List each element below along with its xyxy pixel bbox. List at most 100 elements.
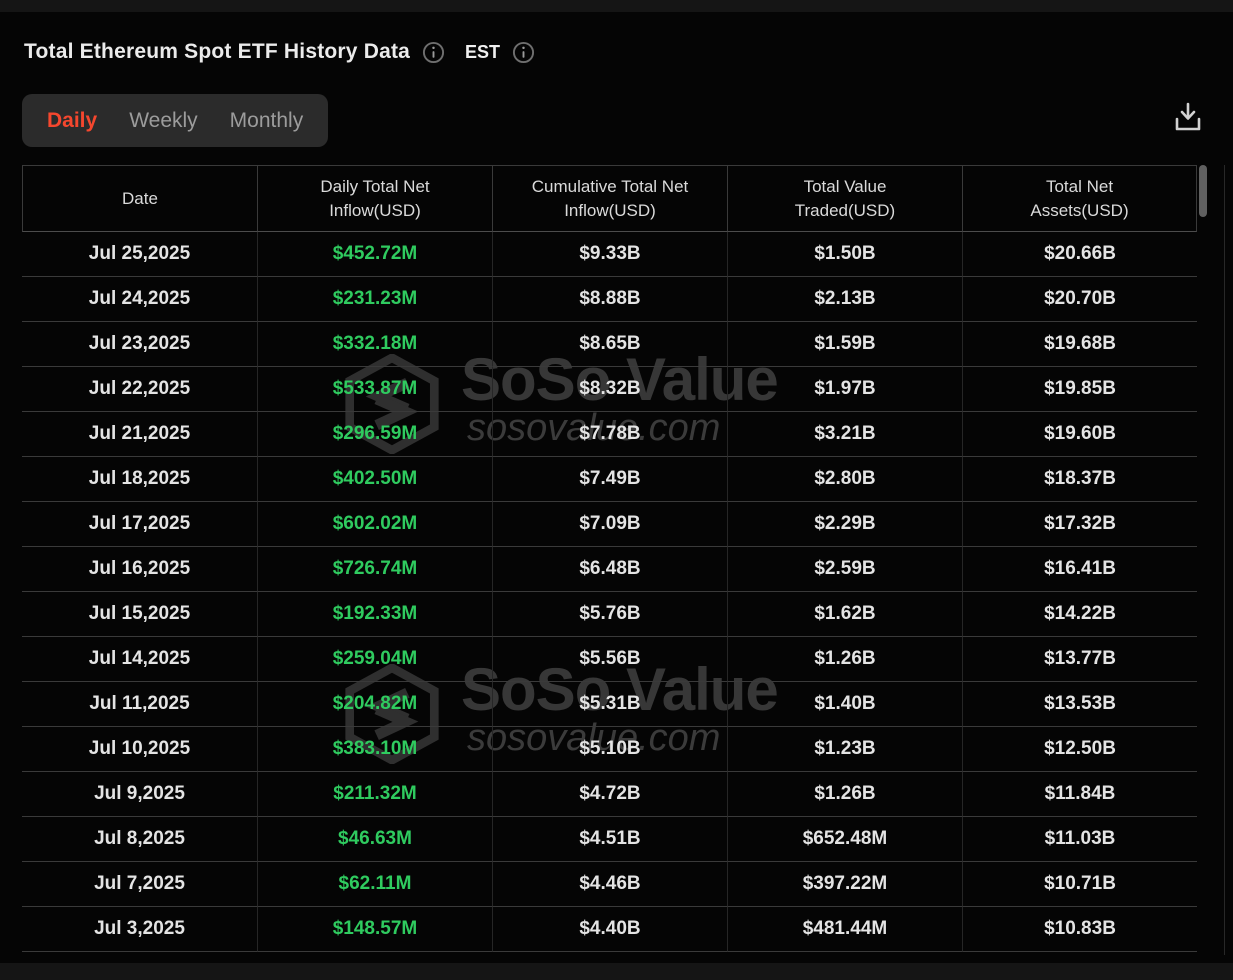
cell-cumulative-inflow: $4.72B: [492, 772, 727, 817]
cell-cumulative-inflow: $4.40B: [492, 907, 727, 952]
cell-value-traded: $2.80B: [727, 457, 962, 502]
cell-net-assets: $13.53B: [962, 682, 1197, 727]
cell-date: Jul 16,2025: [22, 547, 257, 592]
table-row: Jul 3,2025$148.57M$4.40B$481.44M$10.83B: [22, 907, 1197, 952]
cell-cumulative-inflow: $5.10B: [492, 727, 727, 772]
cell-daily-inflow: $192.33M: [257, 592, 492, 637]
cell-cumulative-inflow: $5.76B: [492, 592, 727, 637]
table-row: Jul 16,2025$726.74M$6.48B$2.59B$16.41B: [22, 547, 1197, 592]
table-row: Jul 14,2025$259.04M$5.56B$1.26B$13.77B: [22, 637, 1197, 682]
cell-value-traded: $2.13B: [727, 277, 962, 322]
tab-daily[interactable]: Daily: [47, 109, 97, 133]
cell-value-traded: $1.50B: [727, 232, 962, 277]
cell-daily-inflow: $296.59M: [257, 412, 492, 457]
table-row: Jul 15,2025$192.33M$5.76B$1.62B$14.22B: [22, 592, 1197, 637]
cell-value-traded: $1.23B: [727, 727, 962, 772]
info-icon[interactable]: [422, 41, 445, 64]
cell-date: Jul 11,2025: [22, 682, 257, 727]
column-header: Cumulative Total Net Inflow(USD): [492, 165, 727, 232]
etf-history-table: DateDaily Total Net Inflow(USD)Cumulativ…: [22, 165, 1197, 952]
cell-cumulative-inflow: $6.48B: [492, 547, 727, 592]
cell-value-traded: $3.21B: [727, 412, 962, 457]
cell-cumulative-inflow: $7.78B: [492, 412, 727, 457]
cell-date: Jul 23,2025: [22, 322, 257, 367]
cell-daily-inflow: $62.11M: [257, 862, 492, 907]
cell-net-assets: $12.50B: [962, 727, 1197, 772]
cell-daily-inflow: $148.57M: [257, 907, 492, 952]
cell-daily-inflow: $533.87M: [257, 367, 492, 412]
timezone-info-icon[interactable]: [512, 41, 535, 64]
column-header: Date: [22, 165, 257, 232]
table-row: Jul 11,2025$204.82M$5.31B$1.40B$13.53B: [22, 682, 1197, 727]
column-header: Daily Total Net Inflow(USD): [257, 165, 492, 232]
cell-date: Jul 3,2025: [22, 907, 257, 952]
cell-daily-inflow: $332.18M: [257, 322, 492, 367]
cell-date: Jul 21,2025: [22, 412, 257, 457]
cell-net-assets: $17.32B: [962, 502, 1197, 547]
cell-daily-inflow: $204.82M: [257, 682, 492, 727]
cell-value-traded: $1.97B: [727, 367, 962, 412]
table-row: Jul 7,2025$62.11M$4.46B$397.22M$10.71B: [22, 862, 1197, 907]
cell-daily-inflow: $46.63M: [257, 817, 492, 862]
cell-date: Jul 15,2025: [22, 592, 257, 637]
cell-daily-inflow: $383.10M: [257, 727, 492, 772]
bottom-scrollbar-track[interactable]: [0, 963, 1233, 980]
cell-daily-inflow: $231.23M: [257, 277, 492, 322]
cell-value-traded: $1.26B: [727, 772, 962, 817]
cell-net-assets: $11.84B: [962, 772, 1197, 817]
tab-monthly[interactable]: Monthly: [230, 109, 304, 133]
cell-net-assets: $18.37B: [962, 457, 1197, 502]
cell-net-assets: $20.70B: [962, 277, 1197, 322]
tab-weekly[interactable]: Weekly: [129, 109, 197, 133]
cell-daily-inflow: $259.04M: [257, 637, 492, 682]
cell-daily-inflow: $402.50M: [257, 457, 492, 502]
cell-daily-inflow: $452.72M: [257, 232, 492, 277]
top-divider: [0, 0, 1233, 12]
cell-value-traded: $1.40B: [727, 682, 962, 727]
cell-value-traded: $481.44M: [727, 907, 962, 952]
table-header-row: DateDaily Total Net Inflow(USD)Cumulativ…: [22, 165, 1197, 232]
cell-net-assets: $20.66B: [962, 232, 1197, 277]
cell-net-assets: $14.22B: [962, 592, 1197, 637]
cell-net-assets: $10.83B: [962, 907, 1197, 952]
table-row: Jul 18,2025$402.50M$7.49B$2.80B$18.37B: [22, 457, 1197, 502]
cell-value-traded: $1.59B: [727, 322, 962, 367]
cell-cumulative-inflow: $5.31B: [492, 682, 727, 727]
cell-net-assets: $19.60B: [962, 412, 1197, 457]
table-row: Jul 24,2025$231.23M$8.88B$2.13B$20.70B: [22, 277, 1197, 322]
cell-value-traded: $2.59B: [727, 547, 962, 592]
timezone-label: EST: [465, 42, 500, 63]
cell-cumulative-inflow: $7.49B: [492, 457, 727, 502]
cell-value-traded: $1.26B: [727, 637, 962, 682]
table-row: Jul 25,2025$452.72M$9.33B$1.50B$20.66B: [22, 232, 1197, 277]
cell-cumulative-inflow: $4.46B: [492, 862, 727, 907]
download-icon[interactable]: [1173, 101, 1203, 133]
cell-cumulative-inflow: $8.65B: [492, 322, 727, 367]
cell-date: Jul 8,2025: [22, 817, 257, 862]
etf-history-widget: Total Ethereum Spot ETF History Data EST…: [0, 0, 1233, 980]
cell-date: Jul 9,2025: [22, 772, 257, 817]
cell-net-assets: $19.68B: [962, 322, 1197, 367]
widget-header: Total Ethereum Spot ETF History Data EST: [24, 40, 535, 64]
table-row: Jul 10,2025$383.10M$5.10B$1.23B$12.50B: [22, 727, 1197, 772]
cell-cumulative-inflow: $5.56B: [492, 637, 727, 682]
column-header: Total Value Traded(USD): [727, 165, 962, 232]
cell-date: Jul 24,2025: [22, 277, 257, 322]
cell-net-assets: $16.41B: [962, 547, 1197, 592]
cell-cumulative-inflow: $9.33B: [492, 232, 727, 277]
table-row: Jul 21,2025$296.59M$7.78B$3.21B$19.60B: [22, 412, 1197, 457]
cell-net-assets: $11.03B: [962, 817, 1197, 862]
table-row: Jul 17,2025$602.02M$7.09B$2.29B$17.32B: [22, 502, 1197, 547]
table-row: Jul 22,2025$533.87M$8.32B$1.97B$19.85B: [22, 367, 1197, 412]
cell-daily-inflow: $211.32M: [257, 772, 492, 817]
cell-date: Jul 22,2025: [22, 367, 257, 412]
cell-date: Jul 10,2025: [22, 727, 257, 772]
cell-value-traded: $1.62B: [727, 592, 962, 637]
cell-date: Jul 18,2025: [22, 457, 257, 502]
cell-net-assets: $13.77B: [962, 637, 1197, 682]
cell-value-traded: $2.29B: [727, 502, 962, 547]
table-row: Jul 9,2025$211.32M$4.72B$1.26B$11.84B: [22, 772, 1197, 817]
cell-daily-inflow: $726.74M: [257, 547, 492, 592]
vertical-scrollbar-thumb[interactable]: [1199, 165, 1207, 217]
table-row: Jul 8,2025$46.63M$4.51B$652.48M$11.03B: [22, 817, 1197, 862]
